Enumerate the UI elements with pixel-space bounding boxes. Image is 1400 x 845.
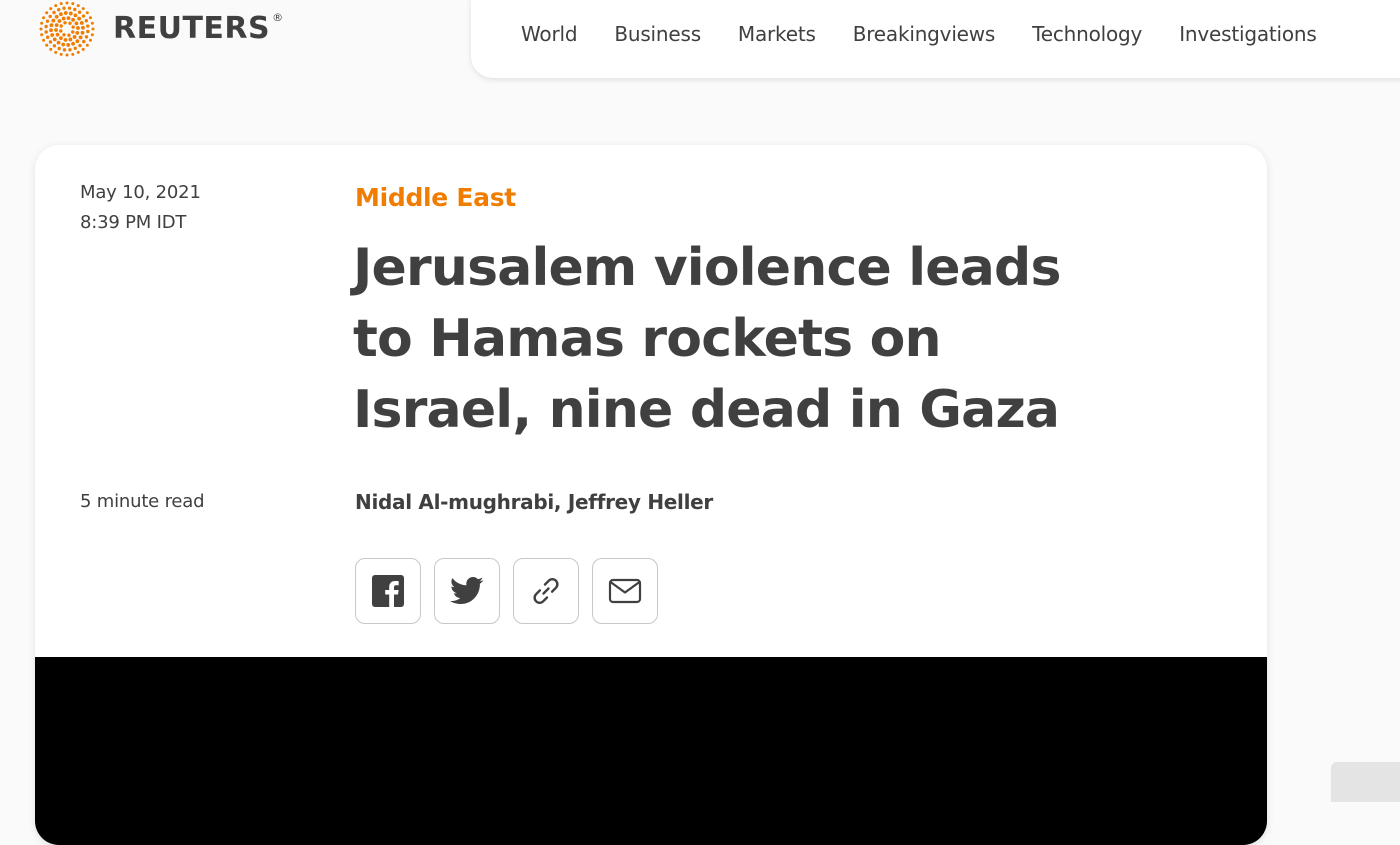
link-icon <box>533 578 559 604</box>
nav-item-breakingviews[interactable]: Breakingviews <box>853 22 996 46</box>
section-link[interactable]: Middle East <box>355 183 516 213</box>
nav-item-markets[interactable]: Markets <box>738 22 816 46</box>
facebook-icon <box>372 575 404 607</box>
read-time: 5 minute read <box>80 491 205 512</box>
share-buttons <box>355 558 658 624</box>
article-byline[interactable]: Nidal Al-mughrabi, Jeffrey Heller <box>355 489 713 515</box>
share-facebook-button[interactable] <box>355 558 421 624</box>
copy-link-button[interactable] <box>513 558 579 624</box>
publish-date: May 10, 2021 <box>80 182 201 203</box>
twitter-icon <box>450 576 484 605</box>
share-email-button[interactable] <box>592 558 658 624</box>
article-card: May 10, 2021 8:39 PM IDT 5 minute read M… <box>35 145 1267 845</box>
nav-item-investigations[interactable]: Investigations <box>1179 22 1317 46</box>
article-headline: Jerusalem violence leads to Hamas rocket… <box>353 238 1061 440</box>
email-icon <box>608 578 642 604</box>
brand-name: REUTERS <box>113 10 271 46</box>
share-twitter-button[interactable] <box>434 558 500 624</box>
article-media[interactable] <box>35 657 1267 845</box>
top-navigation: World Business Markets Breakingviews Tec… <box>471 0 1400 78</box>
reuters-logo-icon <box>39 1 95 57</box>
nav-item-world[interactable]: World <box>521 22 578 46</box>
publish-time: 8:39 PM IDT <box>80 212 187 233</box>
nav-item-business[interactable]: Business <box>614 22 701 46</box>
floating-widget[interactable] <box>1331 762 1400 802</box>
reuters-logo[interactable]: REUTERS ® <box>35 0 295 58</box>
registered-mark: ® <box>272 10 284 24</box>
nav-item-technology[interactable]: Technology <box>1032 22 1142 46</box>
